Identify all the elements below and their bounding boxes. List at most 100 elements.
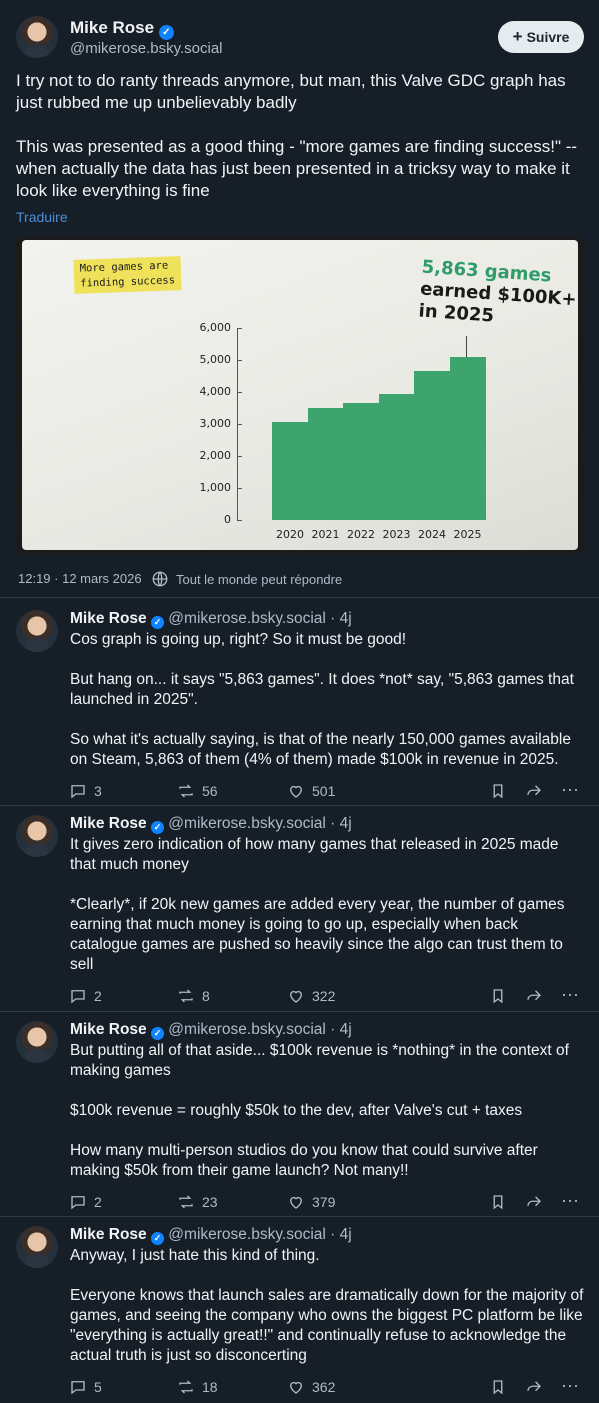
y-tick-mark	[237, 360, 242, 361]
avatar[interactable]	[16, 815, 58, 857]
x-tick-label: 2022	[347, 528, 375, 541]
plus-icon: +	[512, 27, 523, 46]
repost-icon	[176, 986, 196, 1006]
avatar[interactable]	[16, 16, 58, 58]
repost-button[interactable]: 8	[176, 986, 210, 1006]
x-tick-label: 2020	[276, 528, 304, 541]
post-image[interactable]: More games are finding success 5,863 gam…	[16, 236, 584, 554]
author-name[interactable]: Mike Rose	[70, 18, 154, 37]
bookmark-icon	[488, 1377, 508, 1397]
x-tick-label: 2025	[453, 528, 482, 541]
verified-badge-icon: ✓	[150, 821, 164, 834]
reply-icon	[68, 986, 88, 1006]
repost-button-count: 56	[202, 783, 218, 799]
like-button-count: 379	[312, 1194, 336, 1210]
y-tick-mark	[237, 392, 242, 393]
x-tick-label: 2023	[382, 528, 411, 541]
share-button[interactable]	[524, 1192, 544, 1212]
verified-badge-icon: ✓	[150, 616, 164, 629]
y-tick-label: 0	[224, 513, 231, 526]
more-options-icon[interactable]: ···	[561, 779, 579, 800]
avatar[interactable]	[16, 1226, 58, 1268]
like-button[interactable]: 379	[286, 1192, 335, 1212]
follow-button[interactable]: + Suivre	[498, 21, 584, 53]
reply-button[interactable]: 2	[68, 986, 102, 1006]
reply-button-count: 3	[94, 783, 102, 799]
bar-2024	[414, 371, 450, 520]
author-name[interactable]: Mike Rose	[70, 610, 147, 627]
share-button[interactable]	[524, 781, 544, 801]
share-icon	[524, 781, 544, 801]
author-handle[interactable]: @mikerose.bsky.social · 4j	[168, 1021, 351, 1038]
y-tick-mark	[237, 328, 242, 329]
repost-button[interactable]: 23	[176, 1192, 218, 1212]
share-button[interactable]	[524, 1377, 544, 1397]
bookmark-button[interactable]	[488, 1377, 508, 1397]
author-name[interactable]: Mike Rose	[70, 1021, 147, 1038]
x-tick-label: 2024	[418, 528, 446, 541]
reply-button-count: 2	[94, 988, 102, 1004]
more-options-icon[interactable]: ···	[561, 1190, 579, 1211]
more-options-icon[interactable]: ···	[561, 1375, 579, 1396]
reply-button-count: 5	[94, 1379, 102, 1395]
repost-icon	[176, 1192, 196, 1212]
reply-button-count: 2	[94, 1194, 102, 1210]
repost-button[interactable]: 56	[176, 781, 218, 801]
globe-icon	[150, 569, 170, 589]
repost-icon	[176, 781, 196, 801]
reply-icon	[68, 1377, 88, 1397]
like-button-count: 362	[312, 1379, 336, 1395]
divider	[0, 1216, 599, 1217]
bookmark-button[interactable]	[488, 986, 508, 1006]
author-handle[interactable]: @mikerose.bsky.social · 4j	[168, 1226, 351, 1243]
repost-button-count: 23	[202, 1194, 218, 1210]
bookmark-button[interactable]	[488, 781, 508, 801]
x-tick-label: 2021	[311, 528, 340, 541]
y-tick-mark	[237, 520, 242, 521]
reply-header: Mike Rose ✓ @mikerose.bsky.social · 4j	[70, 815, 352, 834]
repost-button[interactable]: 18	[176, 1377, 218, 1397]
like-icon	[286, 1377, 306, 1397]
reply-icon	[68, 1192, 88, 1212]
avatar[interactable]	[16, 1021, 58, 1063]
author-handle[interactable]: @mikerose.bsky.social · 4j	[168, 815, 351, 832]
post-timestamp[interactable]: 12:19 · 12 mars 2026	[18, 571, 142, 586]
y-tick-mark	[237, 424, 242, 425]
bar-chart: 0 1,000 2,000 3,000 4,000 5,000 6,000 2020 2021 2…	[22, 240, 578, 550]
author-name[interactable]: Mike Rose	[70, 815, 147, 832]
author-name[interactable]: Mike Rose	[70, 1226, 147, 1243]
like-button[interactable]: 501	[286, 781, 335, 801]
bookmark-icon	[488, 781, 508, 801]
author-handle[interactable]: @mikerose.bsky.social	[70, 40, 223, 57]
reply-button[interactable]: 5	[68, 1377, 102, 1397]
verified-badge-icon: ✓	[158, 25, 174, 40]
bookmark-icon	[488, 1192, 508, 1212]
y-tick-label: 3,000	[199, 417, 232, 430]
bookmark-icon	[488, 986, 508, 1006]
repost-icon	[176, 1377, 196, 1397]
reply-text: But putting all of that aside... $100k r…	[70, 1042, 569, 1179]
reply-button[interactable]: 2	[68, 1192, 102, 1212]
reply-text: Anyway, I just hate this kind of thing. …	[70, 1247, 584, 1364]
y-tick-label: 6,000	[199, 321, 232, 334]
bar-2020	[272, 422, 308, 520]
share-icon	[524, 1192, 544, 1212]
share-icon	[524, 1377, 544, 1397]
avatar[interactable]	[16, 610, 58, 652]
reply-text: Cos graph is going up, right? So it must…	[70, 631, 574, 768]
reply-button[interactable]: 3	[68, 781, 102, 801]
more-options-icon[interactable]: ···	[561, 984, 579, 1005]
bar-2021	[307, 408, 344, 520]
translate-link[interactable]: Traduire	[16, 209, 68, 225]
share-icon	[524, 986, 544, 1006]
author-handle[interactable]: @mikerose.bsky.social · 4j	[168, 610, 351, 627]
chart-slide: More games are finding success 5,863 gam…	[22, 240, 578, 550]
reply-setting[interactable]: Tout le monde peut répondre	[150, 569, 342, 589]
bar-2022	[343, 403, 379, 520]
like-button-count: 322	[312, 988, 336, 1004]
like-button[interactable]: 362	[286, 1377, 335, 1397]
like-button[interactable]: 322	[286, 986, 335, 1006]
like-icon	[286, 781, 306, 801]
bookmark-button[interactable]	[488, 1192, 508, 1212]
share-button[interactable]	[524, 986, 544, 1006]
